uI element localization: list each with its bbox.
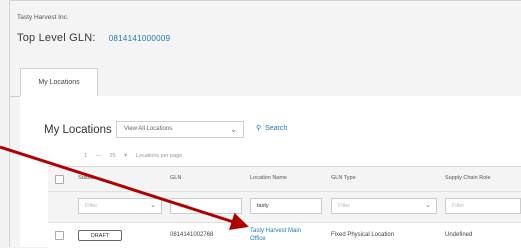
gln-type-filter[interactable]: Filter ⌄ xyxy=(331,198,437,214)
top-level-gln-label: Top Level GLN: xyxy=(17,32,96,44)
status-filter-placeholder: Filter xyxy=(85,203,98,209)
column-header-gln[interactable]: GLN xyxy=(170,175,181,181)
gln-filter-placeholder: Filter xyxy=(177,203,190,209)
pager: 1 — 25 ▾ Locations per page xyxy=(84,153,189,159)
pager-chevron-icon[interactable]: ▾ xyxy=(124,153,127,159)
pager-separator: — xyxy=(95,153,102,159)
tab-strip: My Locations xyxy=(10,63,521,97)
column-header-location-name[interactable]: Location Name xyxy=(250,175,287,181)
pager-count[interactable]: 25 xyxy=(110,153,116,159)
column-header-status[interactable]: Status xyxy=(78,175,94,181)
pager-page[interactable]: 1 xyxy=(84,153,87,159)
status-badge: DRAFT xyxy=(78,230,122,241)
supply-chain-role-filter-placeholder: Filter xyxy=(452,203,465,209)
table-filter-row: Filter ⌄ Filter tasty Filter ⌄ Filter xyxy=(48,192,521,223)
top-level-gln-value: 0814141000009 xyxy=(108,34,171,43)
company-name: Tasty Harvest Inc. xyxy=(17,14,69,21)
row-checkbox[interactable] xyxy=(55,231,64,240)
search-button[interactable]: ⚲ Search xyxy=(256,124,287,132)
row-supply-chain-role: Undefined xyxy=(445,232,473,238)
chevron-down-icon: ⌄ xyxy=(230,125,237,134)
location-name-filter[interactable]: tasty xyxy=(250,198,322,214)
table-header-row: Status GLN Location Name GLN Type Supply… xyxy=(48,167,521,192)
gln-type-filter-placeholder: Filter xyxy=(338,203,351,209)
table-row[interactable]: DRAFT 0814141002768 Tasty Harvest Main O… xyxy=(48,223,521,248)
location-name-filter-value: tasty xyxy=(257,203,269,209)
supply-chain-role-filter[interactable]: Filter xyxy=(445,198,521,214)
search-icon: ⚲ xyxy=(256,125,262,132)
column-header-gln-type[interactable]: GLN Type xyxy=(331,175,356,181)
row-gln-type: Fixed Physical Location xyxy=(331,232,395,238)
section-title: My Locations xyxy=(44,124,112,136)
locations-table: Status GLN Location Name GLN Type Supply… xyxy=(48,166,521,248)
row-location-name-link[interactable]: Tasty Harvest Main Office xyxy=(250,227,314,243)
chevron-down-icon: ⌄ xyxy=(425,202,431,209)
view-select-value: View All Locations xyxy=(124,126,173,132)
chevron-down-icon: ⌄ xyxy=(150,202,156,209)
status-filter[interactable]: Filter ⌄ xyxy=(78,198,162,214)
tab-my-locations[interactable]: My Locations xyxy=(20,68,98,96)
column-header-supply-chain-role[interactable]: Supply Chain Role xyxy=(445,175,491,181)
top-level-gln: Top Level GLN: 0814141000009 xyxy=(17,32,170,44)
search-label: Search xyxy=(265,125,288,132)
row-gln: 0814141002768 xyxy=(170,232,214,238)
pager-per-page-label: Locations per page xyxy=(135,153,183,159)
view-select[interactable]: View All Locations ⌄ xyxy=(116,121,244,138)
select-all-checkbox[interactable] xyxy=(55,175,64,184)
gln-filter[interactable]: Filter xyxy=(170,198,242,214)
